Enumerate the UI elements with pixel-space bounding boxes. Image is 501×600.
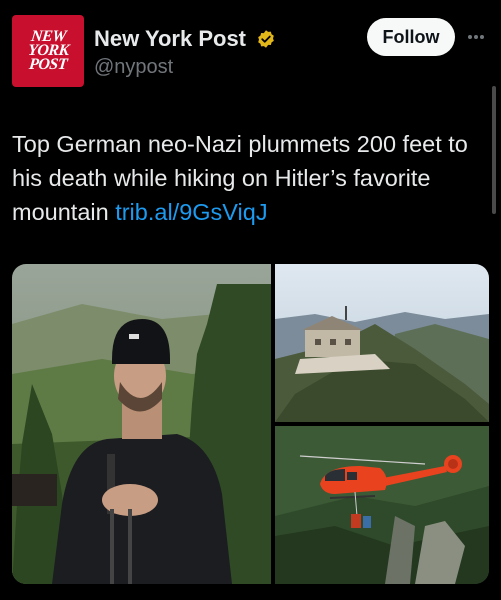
tweet-text: Top German neo-Nazi plummets 200 feet to… <box>12 127 490 229</box>
account-name-row[interactable]: New York Post <box>94 26 276 52</box>
logo-line-3: POST <box>28 56 68 73</box>
account-name[interactable]: New York Post <box>94 26 246 51</box>
rescue-helicopter-photo[interactable] <box>275 426 489 584</box>
account-handle[interactable]: @nypost <box>94 56 173 79</box>
verified-badge-icon <box>258 30 274 48</box>
tweet-header: NEW YORK POST New York Post @nypost Foll… <box>0 0 501 100</box>
scrollbar[interactable] <box>492 86 496 214</box>
tweet-link[interactable]: trib.al/9GsViqJ <box>115 199 267 225</box>
hiker-portrait-photo[interactable] <box>12 264 271 584</box>
media-grid[interactable] <box>12 264 489 584</box>
follow-button[interactable]: Follow <box>367 18 455 56</box>
ellipsis-icon[interactable] <box>468 26 488 39</box>
nypost-avatar[interactable]: NEW YORK POST <box>12 15 84 87</box>
mountain-top-building-photo[interactable] <box>275 264 489 422</box>
